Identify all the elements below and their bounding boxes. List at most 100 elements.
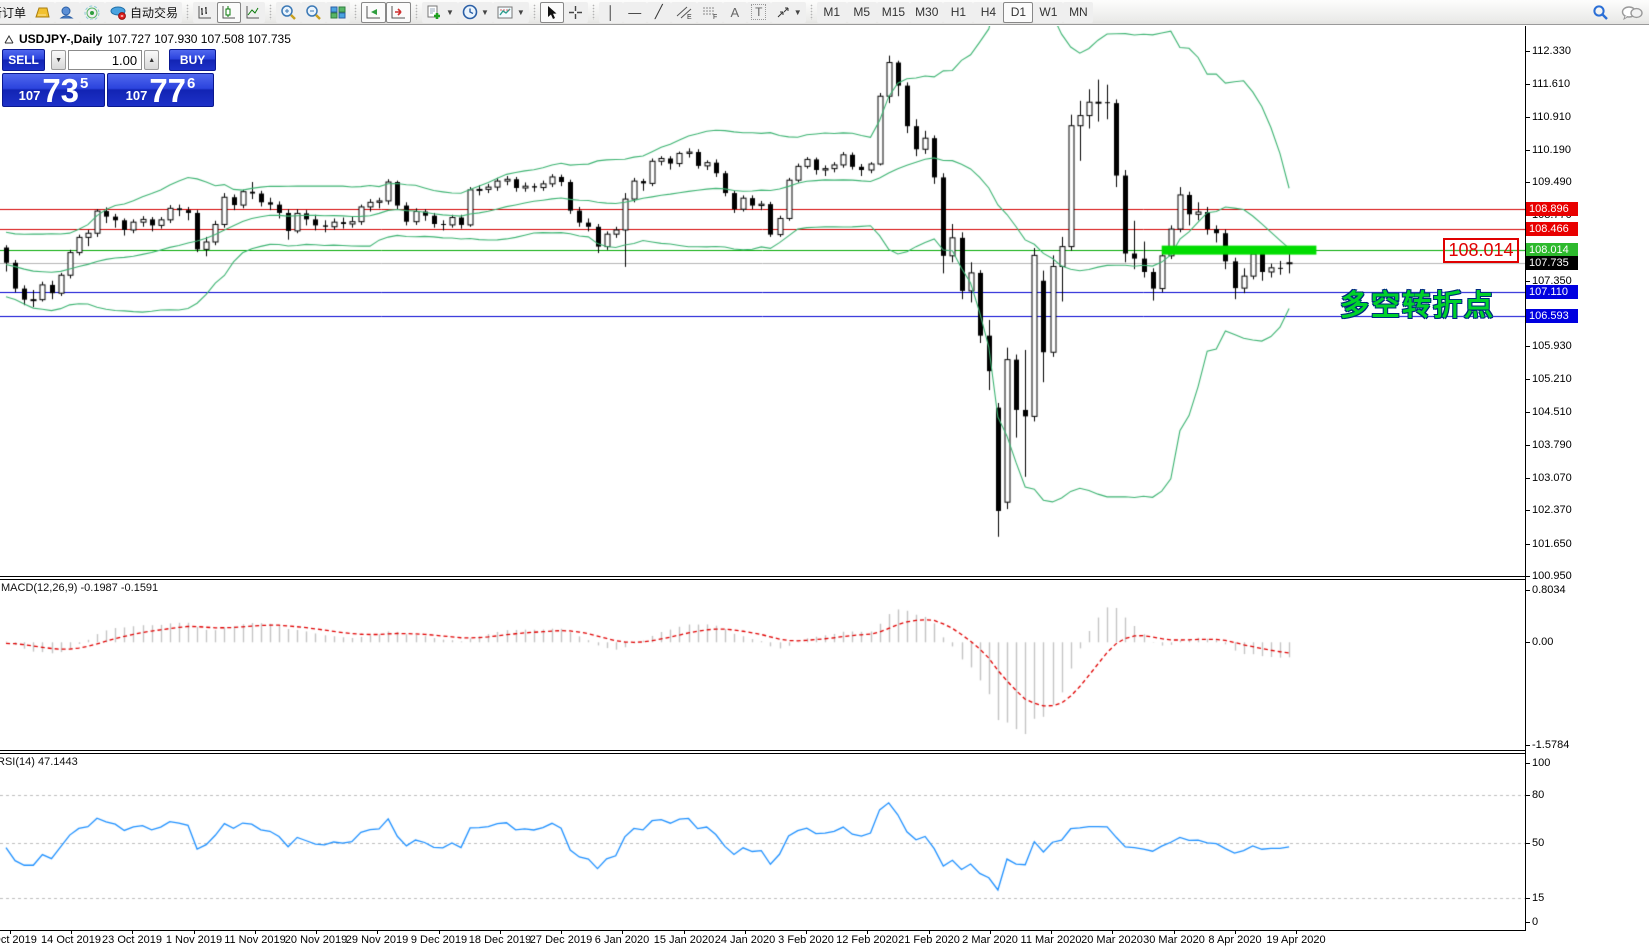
new-order-button[interactable]: 新订单 bbox=[0, 2, 30, 23]
arrows-button[interactable]: ▼ bbox=[771, 2, 806, 23]
date-axis-label[interactable]: 19 Apr 2020 bbox=[1266, 934, 1325, 946]
terminal-button[interactable] bbox=[55, 2, 80, 23]
price-tag[interactable]: 107.110 bbox=[1526, 285, 1578, 299]
price-axis-label[interactable]: 105.210 bbox=[1532, 373, 1572, 385]
crosshair-button[interactable] bbox=[564, 2, 588, 23]
rsi-axis-label[interactable]: 15 bbox=[1532, 892, 1544, 904]
date-axis-label[interactable]: 1 Nov 2019 bbox=[166, 934, 222, 946]
date-axis-label[interactable]: 6 Jan 2020 bbox=[595, 934, 649, 946]
cursor-button[interactable] bbox=[540, 2, 564, 23]
sell-button[interactable]: SELL bbox=[2, 49, 45, 71]
zoom-out-button[interactable] bbox=[301, 2, 326, 23]
date-axis-label[interactable]: 15 Jan 2020 bbox=[654, 934, 715, 946]
horizontal-line-button[interactable]: — bbox=[623, 2, 647, 23]
date-axis-label[interactable]: 14 Oct 2019 bbox=[41, 934, 101, 946]
equidistant-channel-button[interactable]: E bbox=[671, 2, 697, 23]
sell-price-display[interactable]: 107 73 5 bbox=[2, 73, 105, 107]
price-axis-label[interactable]: 100.950 bbox=[1532, 570, 1572, 582]
main-price-chart[interactable] bbox=[0, 26, 1525, 576]
date-axis-label[interactable]: 29 Nov 2019 bbox=[346, 934, 408, 946]
new-chart-button[interactable]: ▼ bbox=[422, 2, 458, 23]
date-axis-label[interactable]: 2 Mar 2020 bbox=[962, 934, 1018, 946]
price-axis-label[interactable]: 101.650 bbox=[1532, 538, 1572, 550]
ohlc-arrow-icon[interactable] bbox=[4, 35, 14, 44]
market-watch-button[interactable] bbox=[30, 2, 55, 23]
date-axis-label[interactable]: 20 Mar 2020 bbox=[1081, 934, 1143, 946]
price-axis-label[interactable]: 109.490 bbox=[1532, 176, 1572, 188]
buy-button[interactable]: BUY bbox=[169, 49, 216, 71]
date-axis-label[interactable]: 9 Dec 2019 bbox=[411, 934, 467, 946]
chart-shift-button[interactable] bbox=[386, 2, 411, 23]
price-level-annotation[interactable]: 108.014 bbox=[1443, 238, 1519, 263]
date-axis-label[interactable]: 21 Feb 2020 bbox=[898, 934, 960, 946]
turning-point-annotation[interactable]: 多空转折点 bbox=[1340, 282, 1495, 324]
timeframe-H4[interactable]: H4 bbox=[973, 2, 1003, 23]
date-axis-label[interactable]: 27 Dec 2019 bbox=[530, 934, 592, 946]
fibonacci-button[interactable]: F bbox=[697, 2, 723, 23]
bar-chart-button[interactable] bbox=[193, 2, 217, 23]
candlestick-chart-button[interactable] bbox=[217, 2, 241, 23]
date-axis-label[interactable]: 20 Nov 2019 bbox=[285, 934, 347, 946]
periods-button[interactable]: ▼ bbox=[458, 2, 493, 23]
price-axis-label[interactable]: 103.070 bbox=[1532, 472, 1572, 484]
date-axis-label[interactable]: 4 Oct 2019 bbox=[0, 934, 37, 946]
rsi-axis-label[interactable]: 100 bbox=[1532, 757, 1550, 769]
macd-axis-label[interactable]: 0.8034 bbox=[1532, 584, 1566, 596]
date-axis-label[interactable]: 24 Jan 2020 bbox=[715, 934, 776, 946]
price-tag[interactable]: 108.466 bbox=[1526, 222, 1578, 236]
search-icon[interactable] bbox=[1592, 4, 1609, 21]
price-axis-label[interactable]: 102.370 bbox=[1532, 504, 1572, 516]
price-axis-label[interactable]: 110.910 bbox=[1532, 111, 1571, 123]
timeframe-D1[interactable]: D1 bbox=[1003, 2, 1033, 23]
timeframe-M15[interactable]: M15 bbox=[877, 2, 910, 23]
price-axis-label[interactable]: 110.190 bbox=[1532, 144, 1571, 156]
date-axis-label[interactable]: 30 Mar 2020 bbox=[1143, 934, 1205, 946]
price-tag[interactable]: 107.735 bbox=[1526, 256, 1578, 270]
price-tag[interactable]: 108.896 bbox=[1526, 202, 1578, 216]
auto-scroll-button[interactable] bbox=[361, 2, 386, 23]
timeframe-M30[interactable]: M30 bbox=[910, 2, 943, 23]
volume-decrease-button[interactable]: ▼ bbox=[51, 50, 66, 70]
macd-axis-label[interactable]: -1.5784 bbox=[1532, 739, 1569, 751]
trendline-button[interactable]: ╱ bbox=[647, 2, 671, 23]
price-axis-label[interactable]: 105.930 bbox=[1532, 340, 1572, 352]
timeframe-H1[interactable]: H1 bbox=[943, 2, 973, 23]
zoom-in-button[interactable] bbox=[276, 2, 301, 23]
text-button[interactable]: A bbox=[723, 2, 747, 23]
rsi-axis-label[interactable]: 0 bbox=[1532, 916, 1538, 928]
price-axis-label[interactable]: 111.610 bbox=[1532, 78, 1570, 90]
date-axis-label[interactable]: 12 Feb 2020 bbox=[836, 934, 898, 946]
templates-button[interactable]: ▼ bbox=[493, 2, 529, 23]
timeframe-M5[interactable]: M5 bbox=[847, 2, 877, 23]
date-axis-label[interactable]: 11 Nov 2019 bbox=[224, 934, 286, 946]
rsi-axis-label[interactable]: 50 bbox=[1532, 837, 1544, 849]
date-axis-label[interactable]: 11 Mar 2020 bbox=[1021, 934, 1082, 946]
text-label-button[interactable]: T bbox=[747, 2, 771, 23]
volume-increase-button[interactable]: ▲ bbox=[144, 50, 159, 70]
chat-icon[interactable] bbox=[1621, 5, 1643, 21]
price-tag[interactable]: 108.014 bbox=[1526, 243, 1578, 257]
autotrading-button[interactable]: 自动交易 bbox=[105, 2, 182, 23]
macd-axis-label[interactable]: 0.00 bbox=[1532, 636, 1553, 648]
volume-input[interactable] bbox=[68, 50, 142, 70]
line-chart-button[interactable] bbox=[241, 2, 265, 23]
price-axis-label[interactable]: 104.510 bbox=[1532, 406, 1572, 418]
date-axis-label[interactable]: 3 Feb 2020 bbox=[778, 934, 834, 946]
timeframe-W1[interactable]: W1 bbox=[1033, 2, 1063, 23]
macd-indicator-pane[interactable] bbox=[0, 580, 1525, 750]
pane-separator[interactable] bbox=[0, 576, 1525, 580]
signals-button[interactable] bbox=[80, 2, 105, 23]
timeframe-MN[interactable]: MN bbox=[1063, 2, 1093, 23]
date-axis-label[interactable]: 8 Apr 2020 bbox=[1208, 934, 1261, 946]
rsi-axis-label[interactable]: 80 bbox=[1532, 789, 1544, 801]
date-axis-label[interactable]: 23 Oct 2019 bbox=[102, 934, 162, 946]
buy-price-display[interactable]: 107 77 6 bbox=[107, 73, 214, 107]
tile-windows-button[interactable] bbox=[326, 2, 350, 23]
price-tag[interactable]: 106.593 bbox=[1526, 309, 1578, 323]
pane-separator[interactable] bbox=[0, 750, 1525, 754]
rsi-indicator-pane[interactable] bbox=[0, 754, 1525, 930]
vertical-line-button[interactable]: │ bbox=[599, 2, 623, 23]
timeframe-M1[interactable]: M1 bbox=[817, 2, 847, 23]
date-axis-label[interactable]: 18 Dec 2019 bbox=[469, 934, 531, 946]
price-axis-label[interactable]: 103.790 bbox=[1532, 439, 1572, 451]
